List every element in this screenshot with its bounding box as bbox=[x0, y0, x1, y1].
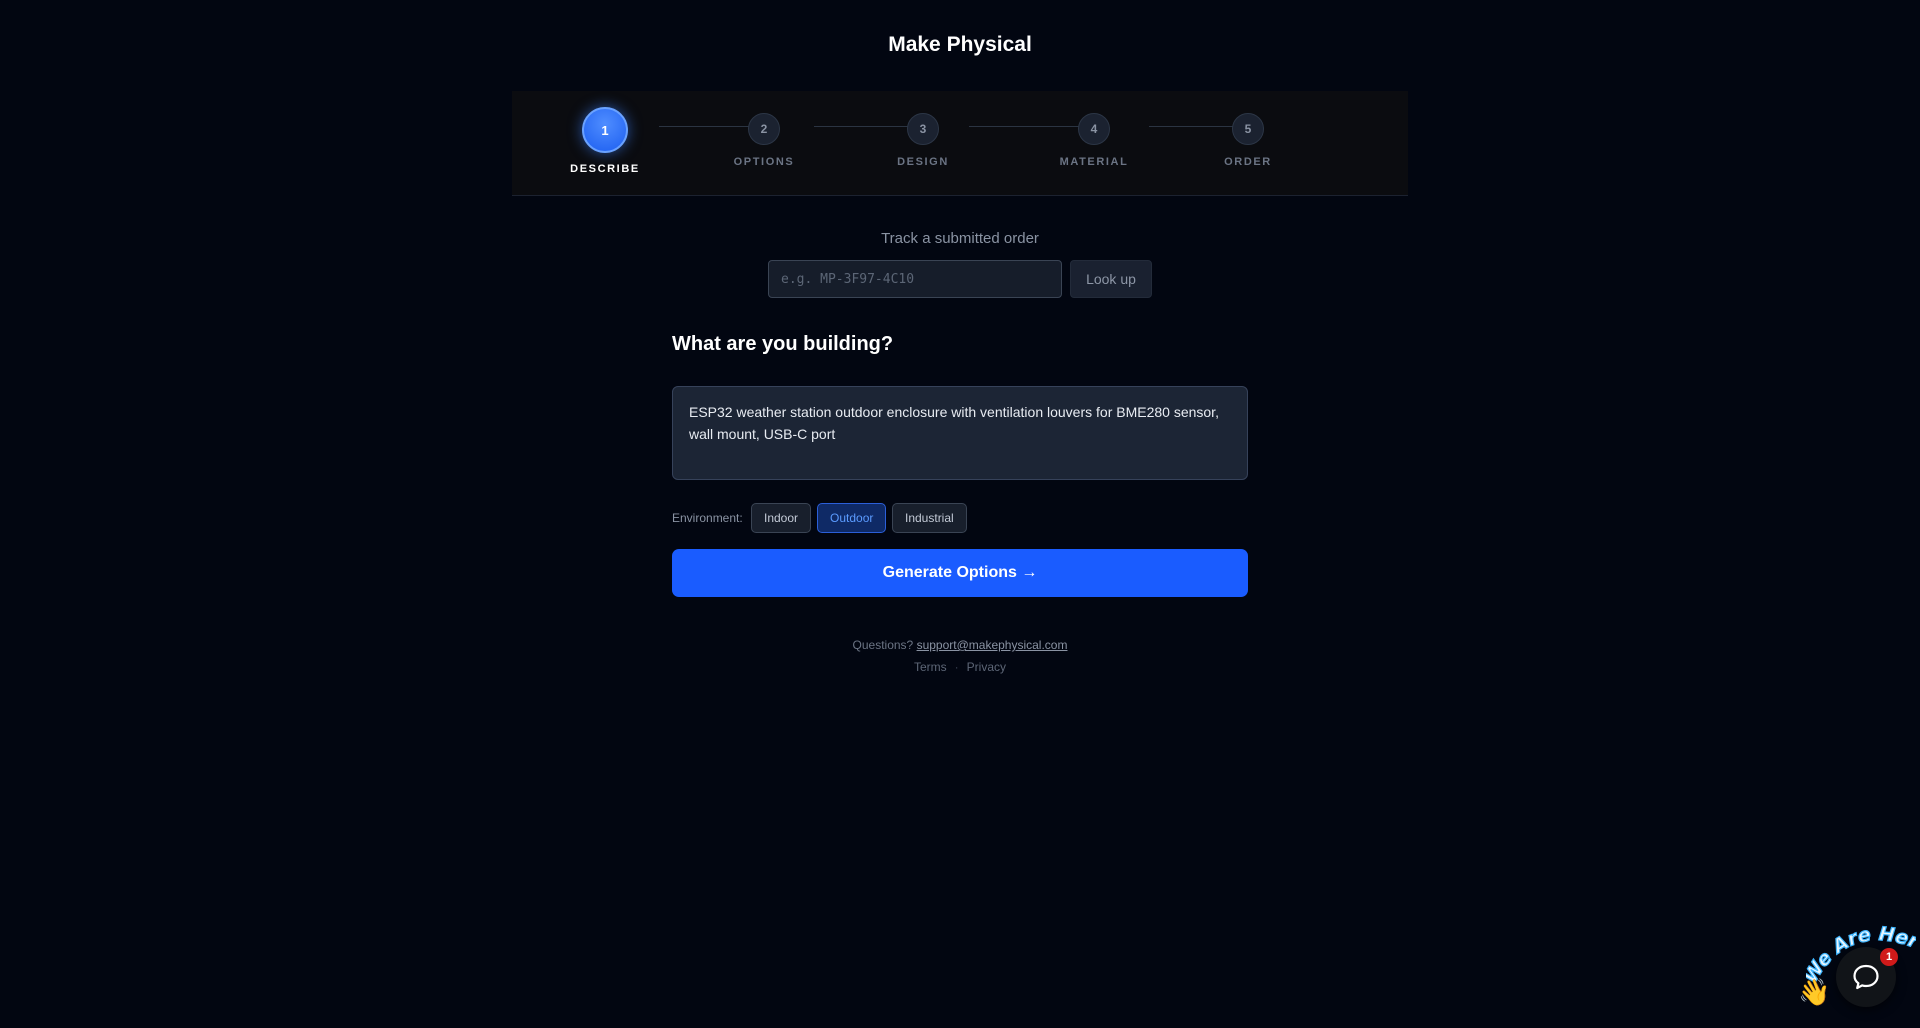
track-order-label: Track a submitted order bbox=[881, 230, 1039, 247]
project-description-textarea[interactable]: ESP32 weather station outdoor enclosure … bbox=[672, 386, 1248, 480]
environment-option-industrial[interactable]: Industrial bbox=[892, 503, 967, 533]
footer-links: Terms · Privacy bbox=[0, 660, 1920, 674]
step-describe[interactable]: 1 DESCRIBE bbox=[545, 107, 665, 175]
step-number: 2 bbox=[748, 113, 780, 145]
step-label: DESCRIBE bbox=[570, 163, 640, 175]
step-label: DESIGN bbox=[897, 156, 949, 168]
generate-options-button[interactable]: Generate Options → bbox=[672, 549, 1248, 597]
step-number: 4 bbox=[1078, 113, 1110, 145]
environment-option-outdoor[interactable]: Outdoor bbox=[817, 503, 887, 533]
step-label: ORDER bbox=[1224, 156, 1272, 168]
environment-label: Environment: bbox=[672, 511, 743, 525]
waving-hand-icon: 👋 bbox=[1798, 977, 1831, 1007]
footer-questions-prefix: Questions? bbox=[852, 638, 914, 652]
step-options[interactable]: 2 OPTIONS bbox=[704, 113, 824, 168]
step-number: 1 bbox=[582, 107, 628, 153]
support-email-link[interactable]: support@makephysical.com bbox=[917, 638, 1068, 652]
step-design[interactable]: 3 DESIGN bbox=[863, 113, 983, 168]
environment-option-indoor[interactable]: Indoor bbox=[751, 503, 812, 533]
build-heading: What are you building? bbox=[672, 333, 894, 355]
step-label: OPTIONS bbox=[733, 156, 795, 168]
unread-badge: 1 bbox=[1880, 948, 1898, 966]
step-label: MATERIAL bbox=[1059, 156, 1129, 168]
progress-stepper: 1 DESCRIBE 2 OPTIONS 3 DESIGN 4 MATERIAL… bbox=[512, 91, 1408, 196]
chat-widget[interactable]: We Are Here! 👋 1 bbox=[1792, 915, 1920, 1028]
step-material[interactable]: 4 MATERIAL bbox=[1034, 113, 1154, 168]
terms-link[interactable]: Terms bbox=[914, 660, 947, 674]
lookup-button[interactable]: Look up bbox=[1070, 260, 1152, 298]
step-order[interactable]: 5 ORDER bbox=[1188, 113, 1308, 168]
order-id-input[interactable] bbox=[768, 260, 1062, 298]
footer-separator: · bbox=[954, 660, 959, 674]
app-title: Make Physical bbox=[888, 33, 1032, 56]
footer-questions: Questions? support@makephysical.com bbox=[0, 638, 1920, 652]
privacy-link[interactable]: Privacy bbox=[967, 660, 1006, 674]
step-number: 5 bbox=[1232, 113, 1264, 145]
chat-bubble-icon bbox=[1853, 964, 1879, 990]
step-number: 3 bbox=[907, 113, 939, 145]
